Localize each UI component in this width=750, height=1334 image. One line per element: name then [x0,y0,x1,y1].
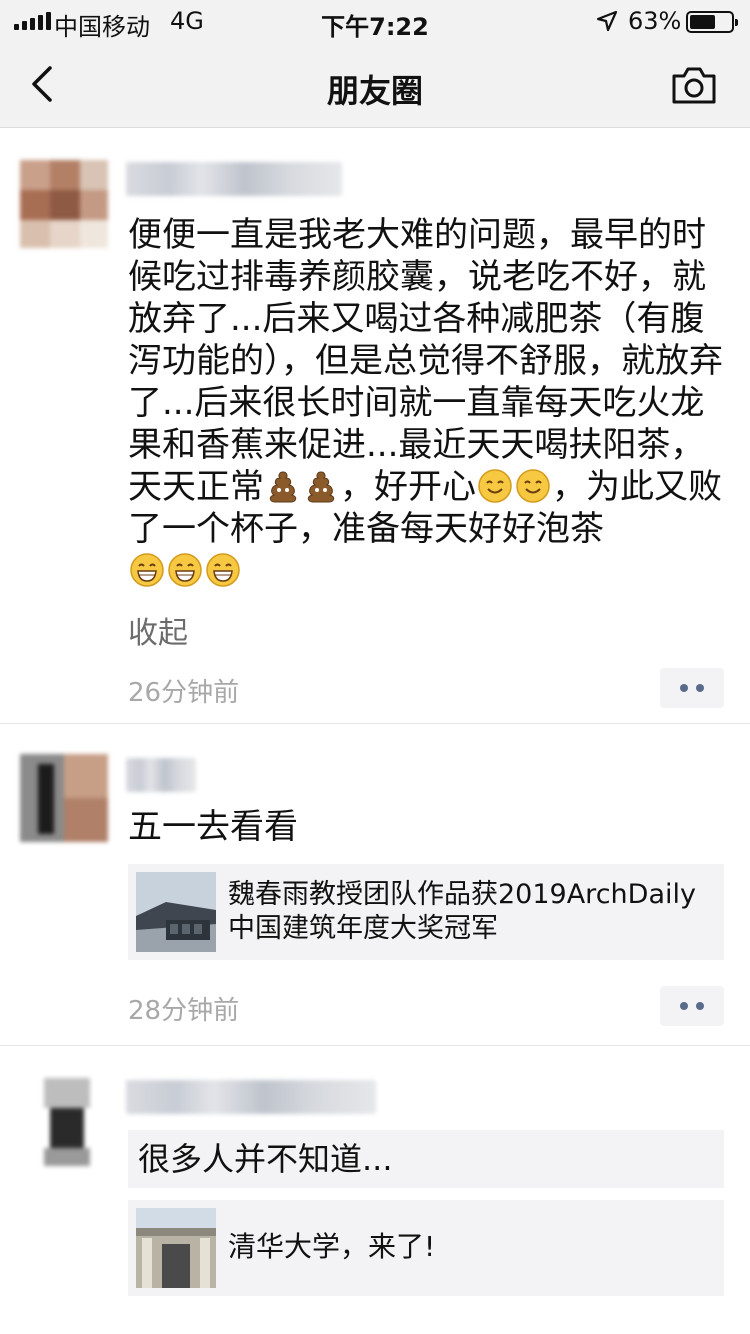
link-title: 魏春雨教授团队作品获2019ArchDaily中国建筑年度大奖冠军 [228,879,696,944]
grin-emoji-icon [130,553,164,587]
avatar[interactable] [20,754,108,842]
status-bar: 中国移动 4G 下午7:22 63% [0,0,750,42]
moments-feed: 便便一直是我老大难的问题，最早的时候吃过排毒养颜胶囊，说老吃不好，就放弃了...… [0,128,750,1334]
campus-gate-photo-icon [136,1208,216,1288]
post-time: 26分钟前 [128,678,240,708]
more-actions-button[interactable] [660,668,724,708]
post-text: 很多人并不知道... [128,1130,724,1188]
user-name-blurred[interactable] [126,162,342,196]
smile-emoji-icon [516,469,550,503]
location-arrow-icon [596,10,618,32]
moment-post: 五一去看看 魏春雨教授团队作品获2019ArchDaily中国建筑年度大奖冠军 … [0,724,750,1046]
grin-emoji-icon [206,553,240,587]
post-text: 便便一直是我老大难的问题，最早的时候吃过排毒养颜胶囊，说老吃不好，就放弃了...… [128,214,724,592]
moment-post: 便便一直是我老大难的问题，最早的时候吃过排毒养颜胶囊，说老吃不好，就放弃了...… [0,128,750,724]
post-text-part: ，好开心 [340,467,476,507]
avatar[interactable] [20,160,108,248]
battery-percent: 63% [628,7,682,35]
moment-post: 很多人并不知道... 清华大学，来了! [0,1046,750,1334]
avatar[interactable] [44,1078,90,1166]
link-thumbnail [136,872,216,952]
link-title: 清华大学，来了! [228,1230,436,1263]
collapse-link[interactable]: 收起 [128,608,188,652]
building-photo-icon [136,872,216,952]
battery-icon [686,11,738,33]
user-name-blurred[interactable] [126,1080,376,1114]
poop-emoji-icon [307,471,335,503]
post-time: 28分钟前 [128,996,240,1026]
more-actions-button[interactable] [660,986,724,1026]
camera-icon[interactable] [670,64,718,106]
nav-bar: 朋友圈 [0,42,750,128]
user-name-blurred[interactable] [126,758,196,792]
post-text: 五一去看看 [128,807,298,847]
grin-emoji-icon [168,553,202,587]
post-text-part: 便便一直是我老大难的问题，最早的时候吃过排毒养颜胶囊，说老吃不好，就放弃了...… [128,215,723,507]
poop-emoji-icon [269,471,297,503]
link-card[interactable]: 魏春雨教授团队作品获2019ArchDaily中国建筑年度大奖冠军 [128,864,724,960]
smile-emoji-icon [478,469,512,503]
page-title: 朋友圈 [326,72,423,110]
link-card[interactable]: 清华大学，来了! [128,1200,724,1296]
battery-fill [690,15,715,29]
post-text-content: 很多人并不知道... [138,1140,393,1178]
link-thumbnail [136,1208,216,1288]
